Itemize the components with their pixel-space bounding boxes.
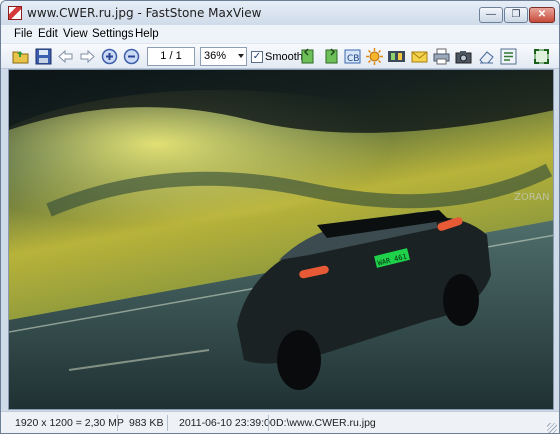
filmstrip-icon[interactable] (387, 47, 406, 66)
zoom-select[interactable]: 36% (200, 47, 247, 66)
print-icon[interactable] (432, 47, 451, 66)
status-divider (167, 415, 168, 431)
smooth-label: Smooth (265, 51, 303, 63)
menu-help[interactable]: Help (135, 28, 159, 40)
title-bar[interactable]: www.CWER.ru.jpg - FastStone MaxView — ❐ … (1, 1, 559, 25)
status-divider (117, 415, 118, 431)
zoom-out-icon[interactable] (122, 47, 141, 66)
minimize-button[interactable]: — (479, 7, 503, 23)
forward-arrow-icon[interactable] (78, 47, 97, 66)
save-icon[interactable] (34, 47, 53, 66)
zoom-in-icon[interactable] (100, 47, 119, 66)
menu-file[interactable]: File (14, 28, 33, 40)
status-divider (268, 415, 269, 431)
rotate-left-icon[interactable] (299, 47, 318, 66)
photo-image: WAR 461 ZORAN (9, 70, 553, 409)
watermark-text: ZORAN (514, 192, 550, 203)
app-window: www.CWER.ru.jpg - FastStone MaxView — ❐ … (0, 0, 560, 434)
menu-settings[interactable]: Settings (92, 28, 134, 40)
status-bar: 1920 x 1200 = 2,30 MP 983 KB 2011-06-10 … (1, 411, 559, 433)
back-arrow-icon[interactable] (56, 47, 75, 66)
resize-grip-icon[interactable] (547, 423, 557, 433)
smooth-checkbox[interactable]: ✓ (251, 51, 263, 63)
status-datetime: 2011-06-10 23:39:00 (179, 417, 276, 429)
maximize-button[interactable]: ❐ (504, 7, 528, 23)
camera-icon[interactable] (454, 47, 473, 66)
brightness-icon[interactable] (365, 47, 384, 66)
page-indicator[interactable]: 1 / 1 (147, 47, 195, 66)
toolbar: 1 / 1 36% ✓ Smooth CB (1, 44, 559, 69)
window-title: www.CWER.ru.jpg - FastStone MaxView (27, 6, 262, 20)
chevron-down-icon (238, 54, 244, 58)
eraser-icon[interactable] (477, 47, 496, 66)
open-folder-icon[interactable] (11, 47, 30, 66)
settings-icon[interactable] (499, 47, 518, 66)
menu-edit[interactable]: Edit (38, 28, 58, 40)
status-path: D:\www.CWER.ru.jpg (276, 417, 376, 429)
close-button[interactable]: ✕ (529, 7, 555, 23)
menu-bar: File Edit View Settings Help (1, 25, 559, 44)
app-logo-icon (8, 6, 22, 20)
zoom-value: 36% (204, 50, 227, 62)
svg-text:CB: CB (347, 54, 359, 64)
status-dimensions: 1920 x 1200 = 2,30 MP (15, 417, 124, 429)
image-viewport[interactable]: WAR 461 ZORAN (8, 69, 554, 410)
status-filesize: 983 KB (129, 417, 164, 429)
rotate-right-icon[interactable] (321, 47, 340, 66)
email-icon[interactable] (410, 47, 429, 66)
text-icon[interactable]: CB (343, 47, 362, 66)
fullscreen-icon[interactable] (532, 47, 551, 66)
menu-view[interactable]: View (63, 28, 88, 40)
